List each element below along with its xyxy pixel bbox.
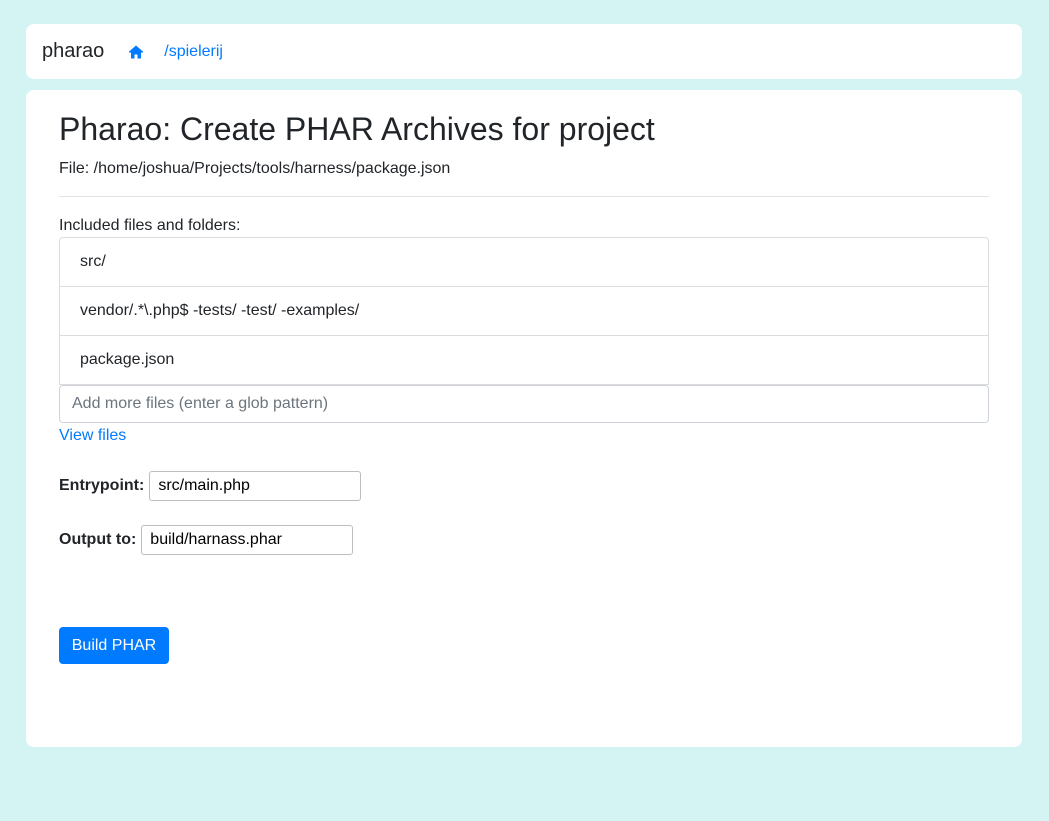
output-label: Output to: bbox=[59, 531, 137, 548]
breadcrumb-link[interactable]: /spielerij bbox=[164, 43, 223, 61]
entrypoint-row: Entrypoint: bbox=[59, 471, 362, 501]
brand[interactable]: pharao bbox=[42, 40, 104, 63]
navbar: pharao /spielerij bbox=[26, 24, 1022, 79]
entrypoint-input[interactable] bbox=[149, 471, 362, 501]
add-files-input[interactable] bbox=[59, 385, 989, 423]
list-item[interactable]: src/ bbox=[60, 238, 988, 286]
output-input[interactable] bbox=[141, 525, 354, 555]
build-phar-button[interactable]: Build PHAR bbox=[59, 627, 169, 664]
view-files-link[interactable]: View files bbox=[59, 427, 126, 445]
file-path: File: /home/joshua/Projects/tools/harnes… bbox=[59, 160, 451, 177]
home-icon[interactable] bbox=[128, 44, 144, 60]
page-title: Pharao: Create PHAR Archives for project bbox=[59, 111, 655, 147]
list-item[interactable]: vendor/.*\.php$ -tests/ -test/ -examples… bbox=[60, 286, 988, 335]
entrypoint-label: Entrypoint: bbox=[59, 477, 145, 494]
main-card: Pharao: Create PHAR Archives for project… bbox=[26, 90, 1022, 747]
output-row: Output to: bbox=[59, 525, 354, 555]
included-files-list: src/ vendor/.*\.php$ -tests/ -test/ -exa… bbox=[59, 237, 989, 385]
list-item[interactable]: package.json bbox=[60, 335, 988, 384]
divider bbox=[59, 196, 989, 197]
included-files-label: Included files and folders: bbox=[59, 217, 241, 234]
